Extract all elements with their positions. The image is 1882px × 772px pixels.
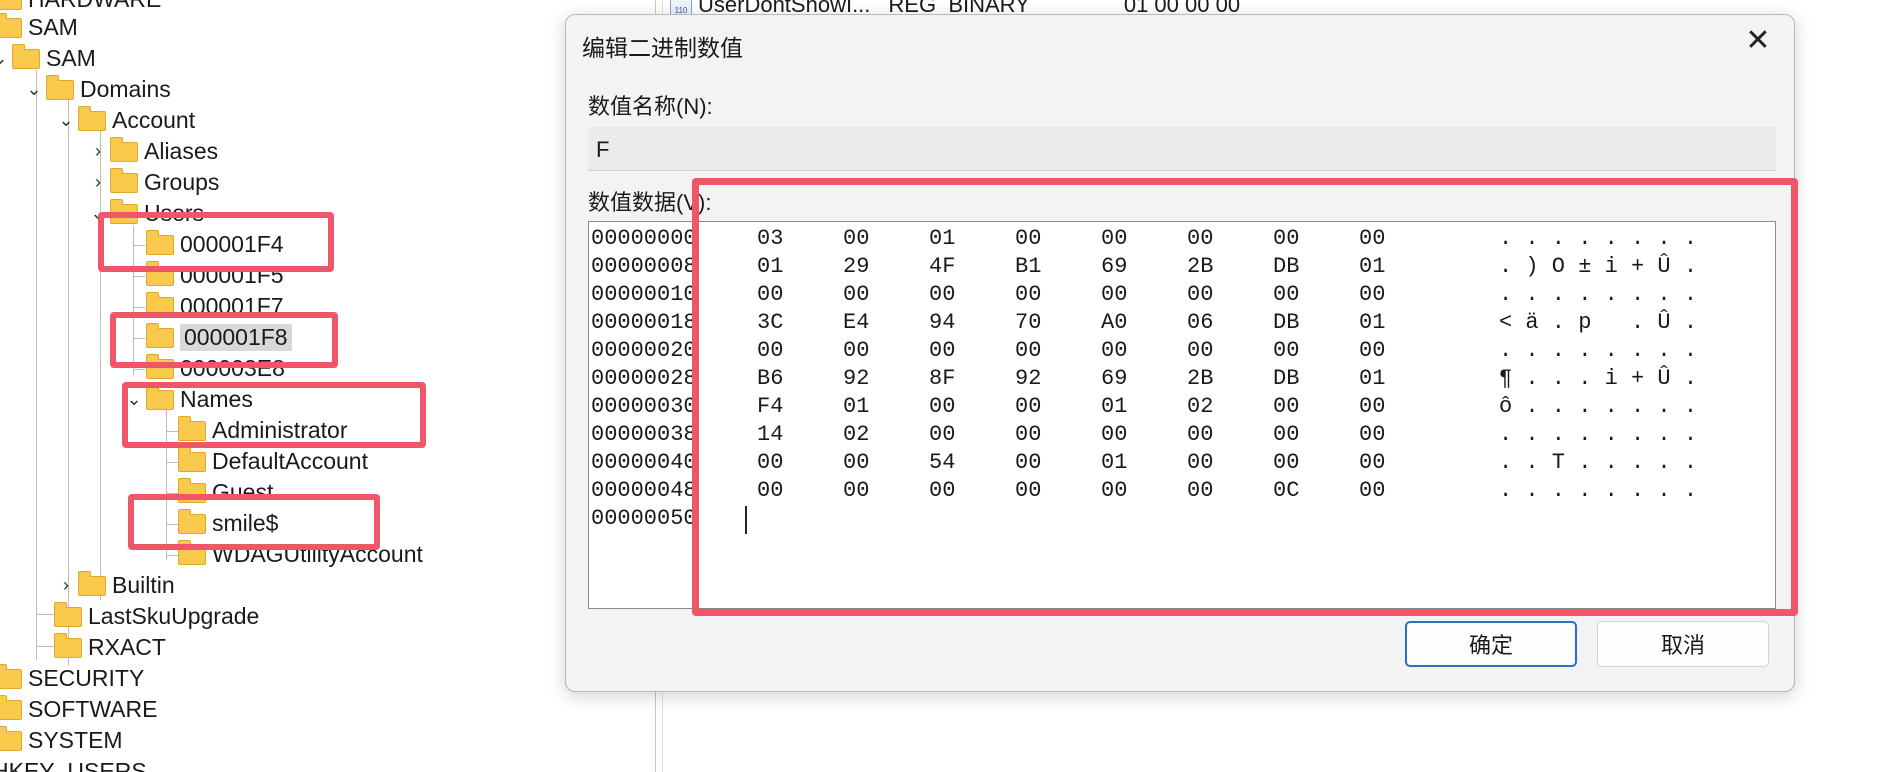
hex-address: 00000050 (591, 506, 697, 531)
tree-item-sam[interactable]: ⌄ SAM (0, 43, 96, 74)
tree-line (36, 646, 54, 647)
tree-item-defaultaccount[interactable]: DefaultAccount (178, 446, 368, 477)
highlight-box (122, 382, 426, 448)
tree-line (36, 70, 37, 660)
folder-icon (12, 43, 40, 69)
tree-item-label: SECURITY (28, 665, 145, 691)
tree-item-lastskuupgrade[interactable]: LastSkuUpgrade (54, 601, 259, 632)
folder-icon (54, 632, 82, 658)
tree-line (166, 555, 178, 556)
folder-icon (178, 446, 206, 472)
chevron-right-icon[interactable]: › (86, 172, 110, 193)
chevron-down-icon[interactable]: ⌄ (54, 110, 78, 131)
tree-item-builtin[interactable]: › Builtin (54, 570, 175, 601)
folder-icon (46, 74, 74, 100)
folder-icon (78, 105, 106, 131)
tree-line (166, 462, 178, 463)
folder-icon (110, 136, 138, 162)
tree-item-domains[interactable]: ⌄ Domains (22, 74, 171, 105)
value-name-field[interactable]: F (588, 127, 1776, 171)
tree-item-label: Groups (144, 169, 220, 195)
folder-icon (0, 694, 22, 720)
tree-item-label: Aliases (144, 138, 219, 164)
hex-address: 00000030 (591, 394, 697, 419)
tree-item-hkey-users[interactable]: HKEY_USERS (0, 756, 147, 772)
close-icon[interactable]: ✕ (1742, 25, 1774, 57)
tree-item-software[interactable]: SOFTWARE (0, 694, 157, 725)
highlight-box (98, 212, 334, 272)
highlight-box (110, 312, 338, 368)
folder-icon (0, 725, 22, 751)
registry-tree: HARDWARE SAM ⌄ SAM ⌄ Domains ⌄ Account ›… (0, 0, 650, 772)
tree-item-label: HKEY_USERS (0, 758, 147, 772)
folder-icon (110, 167, 138, 193)
chevron-down-icon[interactable]: ⌄ (22, 79, 46, 100)
chevron-right-icon[interactable]: › (54, 575, 78, 596)
tree-item-label: Domains (80, 76, 171, 102)
ok-button[interactable]: 确定 (1405, 621, 1577, 667)
hex-address: 00000040 (591, 450, 697, 475)
hex-address: 00000010 (591, 282, 697, 307)
tree-item-label: DefaultAccount (212, 448, 368, 474)
hex-address: 00000008 (591, 254, 697, 279)
tree-item-groups[interactable]: › Groups (86, 167, 219, 198)
folder-icon (0, 663, 22, 689)
highlight-box (692, 178, 1798, 616)
dialog-title: 编辑二进制数值 (582, 35, 743, 61)
hex-address: 00000048 (591, 478, 697, 503)
tree-item-account[interactable]: ⌄ Account (54, 105, 195, 136)
cancel-button[interactable]: 取消 (1597, 621, 1769, 667)
tree-item-sam-hive[interactable]: SAM (0, 12, 78, 43)
tree-item-label: Account (112, 107, 196, 133)
chevron-down-icon[interactable]: ⌄ (0, 48, 12, 69)
folder-icon (0, 0, 22, 10)
tree-item-label: Builtin (112, 572, 175, 598)
tree-item-security[interactable]: SECURITY (0, 663, 144, 694)
tree-item-label: LastSkuUpgrade (88, 603, 260, 629)
tree-line (133, 276, 145, 277)
tree-item-label: SOFTWARE (28, 696, 158, 722)
tree-line (133, 369, 145, 370)
tree-item-aliases[interactable]: › Aliases (86, 136, 218, 167)
value-name-label: 数值名称(N): (588, 94, 713, 119)
tree-item-rxact[interactable]: RXACT (54, 632, 166, 663)
tree-line (133, 307, 145, 308)
hex-address: 00000028 (591, 366, 697, 391)
chevron-right-icon[interactable]: › (86, 141, 110, 162)
hex-address: 00000000 (591, 226, 697, 251)
highlight-box (128, 494, 380, 550)
tree-item-label: SYSTEM (28, 727, 123, 753)
tree-line (36, 614, 54, 615)
tree-item-label: RXACT (88, 634, 166, 660)
tree-item-label: SAM (28, 14, 78, 40)
hex-address: 00000038 (591, 422, 697, 447)
tree-item-system[interactable]: SYSTEM (0, 725, 123, 756)
folder-icon (0, 12, 22, 38)
hex-address: 00000020 (591, 338, 697, 363)
hex-address: 00000018 (591, 310, 697, 335)
tree-item-label: SAM (46, 45, 96, 71)
folder-icon (54, 601, 82, 627)
folder-icon (78, 570, 106, 596)
